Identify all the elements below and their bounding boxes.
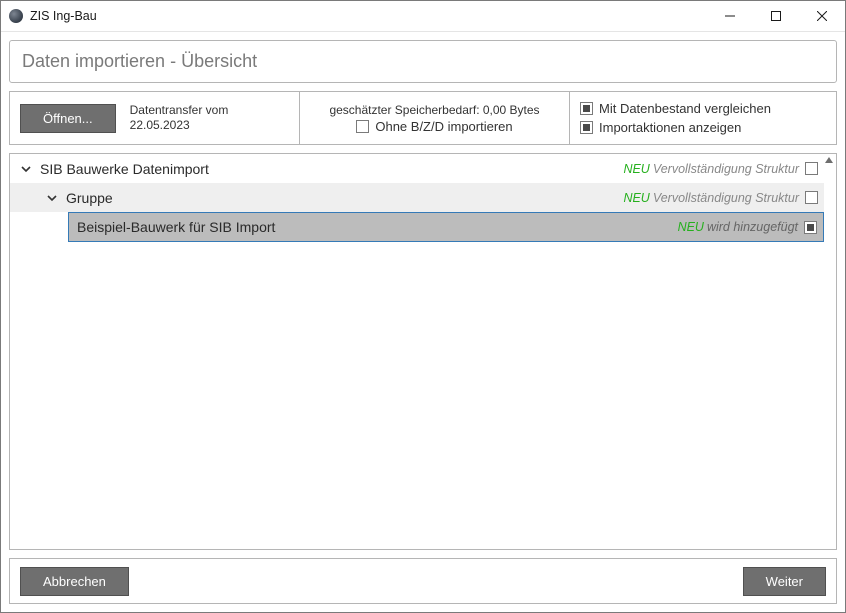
- tree-row-checkbox[interactable]: [804, 221, 817, 234]
- estimate-value: 0,00 Bytes: [483, 103, 540, 117]
- tree-row-group[interactable]: Gruppe NEU Vervollständigung Struktur: [10, 183, 824, 212]
- chevron-down-icon: [46, 192, 58, 204]
- content-area: Daten importieren - Übersicht Öffnen... …: [1, 32, 845, 612]
- app-icon: [9, 9, 23, 23]
- options-col-flags: Mit Datenbestand vergleichen Importaktio…: [570, 92, 836, 144]
- minimize-button[interactable]: [707, 1, 753, 32]
- badge-neu: NEU: [678, 220, 704, 234]
- titlebar: ZIS Ing-Bau: [1, 1, 845, 32]
- scrollbar[interactable]: [824, 154, 836, 549]
- badge-neu: NEU: [623, 191, 649, 205]
- tree-row-checkbox[interactable]: [805, 191, 818, 204]
- cancel-button[interactable]: Abbrechen: [20, 567, 129, 596]
- without-bzd-checkbox[interactable]: [356, 120, 369, 133]
- badge-text: Vervollständigung Struktur: [653, 162, 799, 176]
- compare-label: Mit Datenbestand vergleichen: [599, 101, 771, 116]
- tree-row-root[interactable]: SIB Bauwerke Datenimport NEU Vervollstän…: [10, 154, 824, 183]
- tree-body: SIB Bauwerke Datenimport NEU Vervollstän…: [10, 154, 824, 549]
- options-col-estimate: geschätzter Speicherbedarf: 0,00 Bytes O…: [300, 92, 570, 144]
- minimize-icon: [725, 11, 735, 21]
- window-title: ZIS Ing-Bau: [30, 9, 97, 23]
- badge-neu: NEU: [623, 162, 649, 176]
- show-actions-checkbox[interactable]: [580, 121, 593, 134]
- close-icon: [817, 11, 827, 21]
- storage-estimate: geschätzter Speicherbedarf: 0,00 Bytes: [329, 103, 539, 117]
- tree-row-label: Beispiel-Bauwerk für SIB Import: [77, 219, 275, 235]
- tree-row-checkbox[interactable]: [805, 162, 818, 175]
- compare-checkbox[interactable]: [580, 102, 593, 115]
- next-button[interactable]: Weiter: [743, 567, 826, 596]
- compare-option[interactable]: Mit Datenbestand vergleichen: [580, 101, 771, 116]
- options-panel: Öffnen... Datentransfer vom 22.05.2023 g…: [9, 91, 837, 145]
- app-window: ZIS Ing-Bau Daten importieren - Übersich…: [0, 0, 846, 613]
- maximize-button[interactable]: [753, 1, 799, 32]
- without-bzd-option[interactable]: Ohne B/Z/D importieren: [356, 119, 512, 134]
- badge-text: wird hinzugefügt: [707, 220, 798, 234]
- import-tree: SIB Bauwerke Datenimport NEU Vervollstän…: [9, 153, 837, 550]
- scroll-up-icon: [825, 157, 833, 163]
- open-button[interactable]: Öffnen...: [20, 104, 116, 133]
- show-actions-label: Importaktionen anzeigen: [599, 120, 741, 135]
- transfer-info: Datentransfer vom 22.05.2023: [130, 103, 229, 133]
- maximize-icon: [771, 11, 781, 21]
- chevron-down-icon: [20, 163, 32, 175]
- options-col-open: Öffnen... Datentransfer vom 22.05.2023: [10, 92, 300, 144]
- tree-row-item-selected[interactable]: Beispiel-Bauwerk für SIB Import NEU wird…: [68, 212, 824, 242]
- estimate-prefix: geschätzter Speicherbedarf:: [329, 103, 482, 117]
- show-actions-option[interactable]: Importaktionen anzeigen: [580, 120, 741, 135]
- transfer-label: Datentransfer vom: [130, 103, 229, 118]
- tree-row-label: SIB Bauwerke Datenimport: [40, 161, 209, 177]
- expander-icon[interactable]: [44, 190, 60, 206]
- page-title: Daten importieren - Übersicht: [9, 40, 837, 83]
- expander-icon[interactable]: [18, 161, 34, 177]
- tree-row-label: Gruppe: [66, 190, 113, 206]
- transfer-date: 22.05.2023: [130, 118, 229, 133]
- badge-text: Vervollständigung Struktur: [653, 191, 799, 205]
- without-bzd-label: Ohne B/Z/D importieren: [375, 119, 512, 134]
- footer: Abbrechen Weiter: [9, 558, 837, 604]
- close-button[interactable]: [799, 1, 845, 32]
